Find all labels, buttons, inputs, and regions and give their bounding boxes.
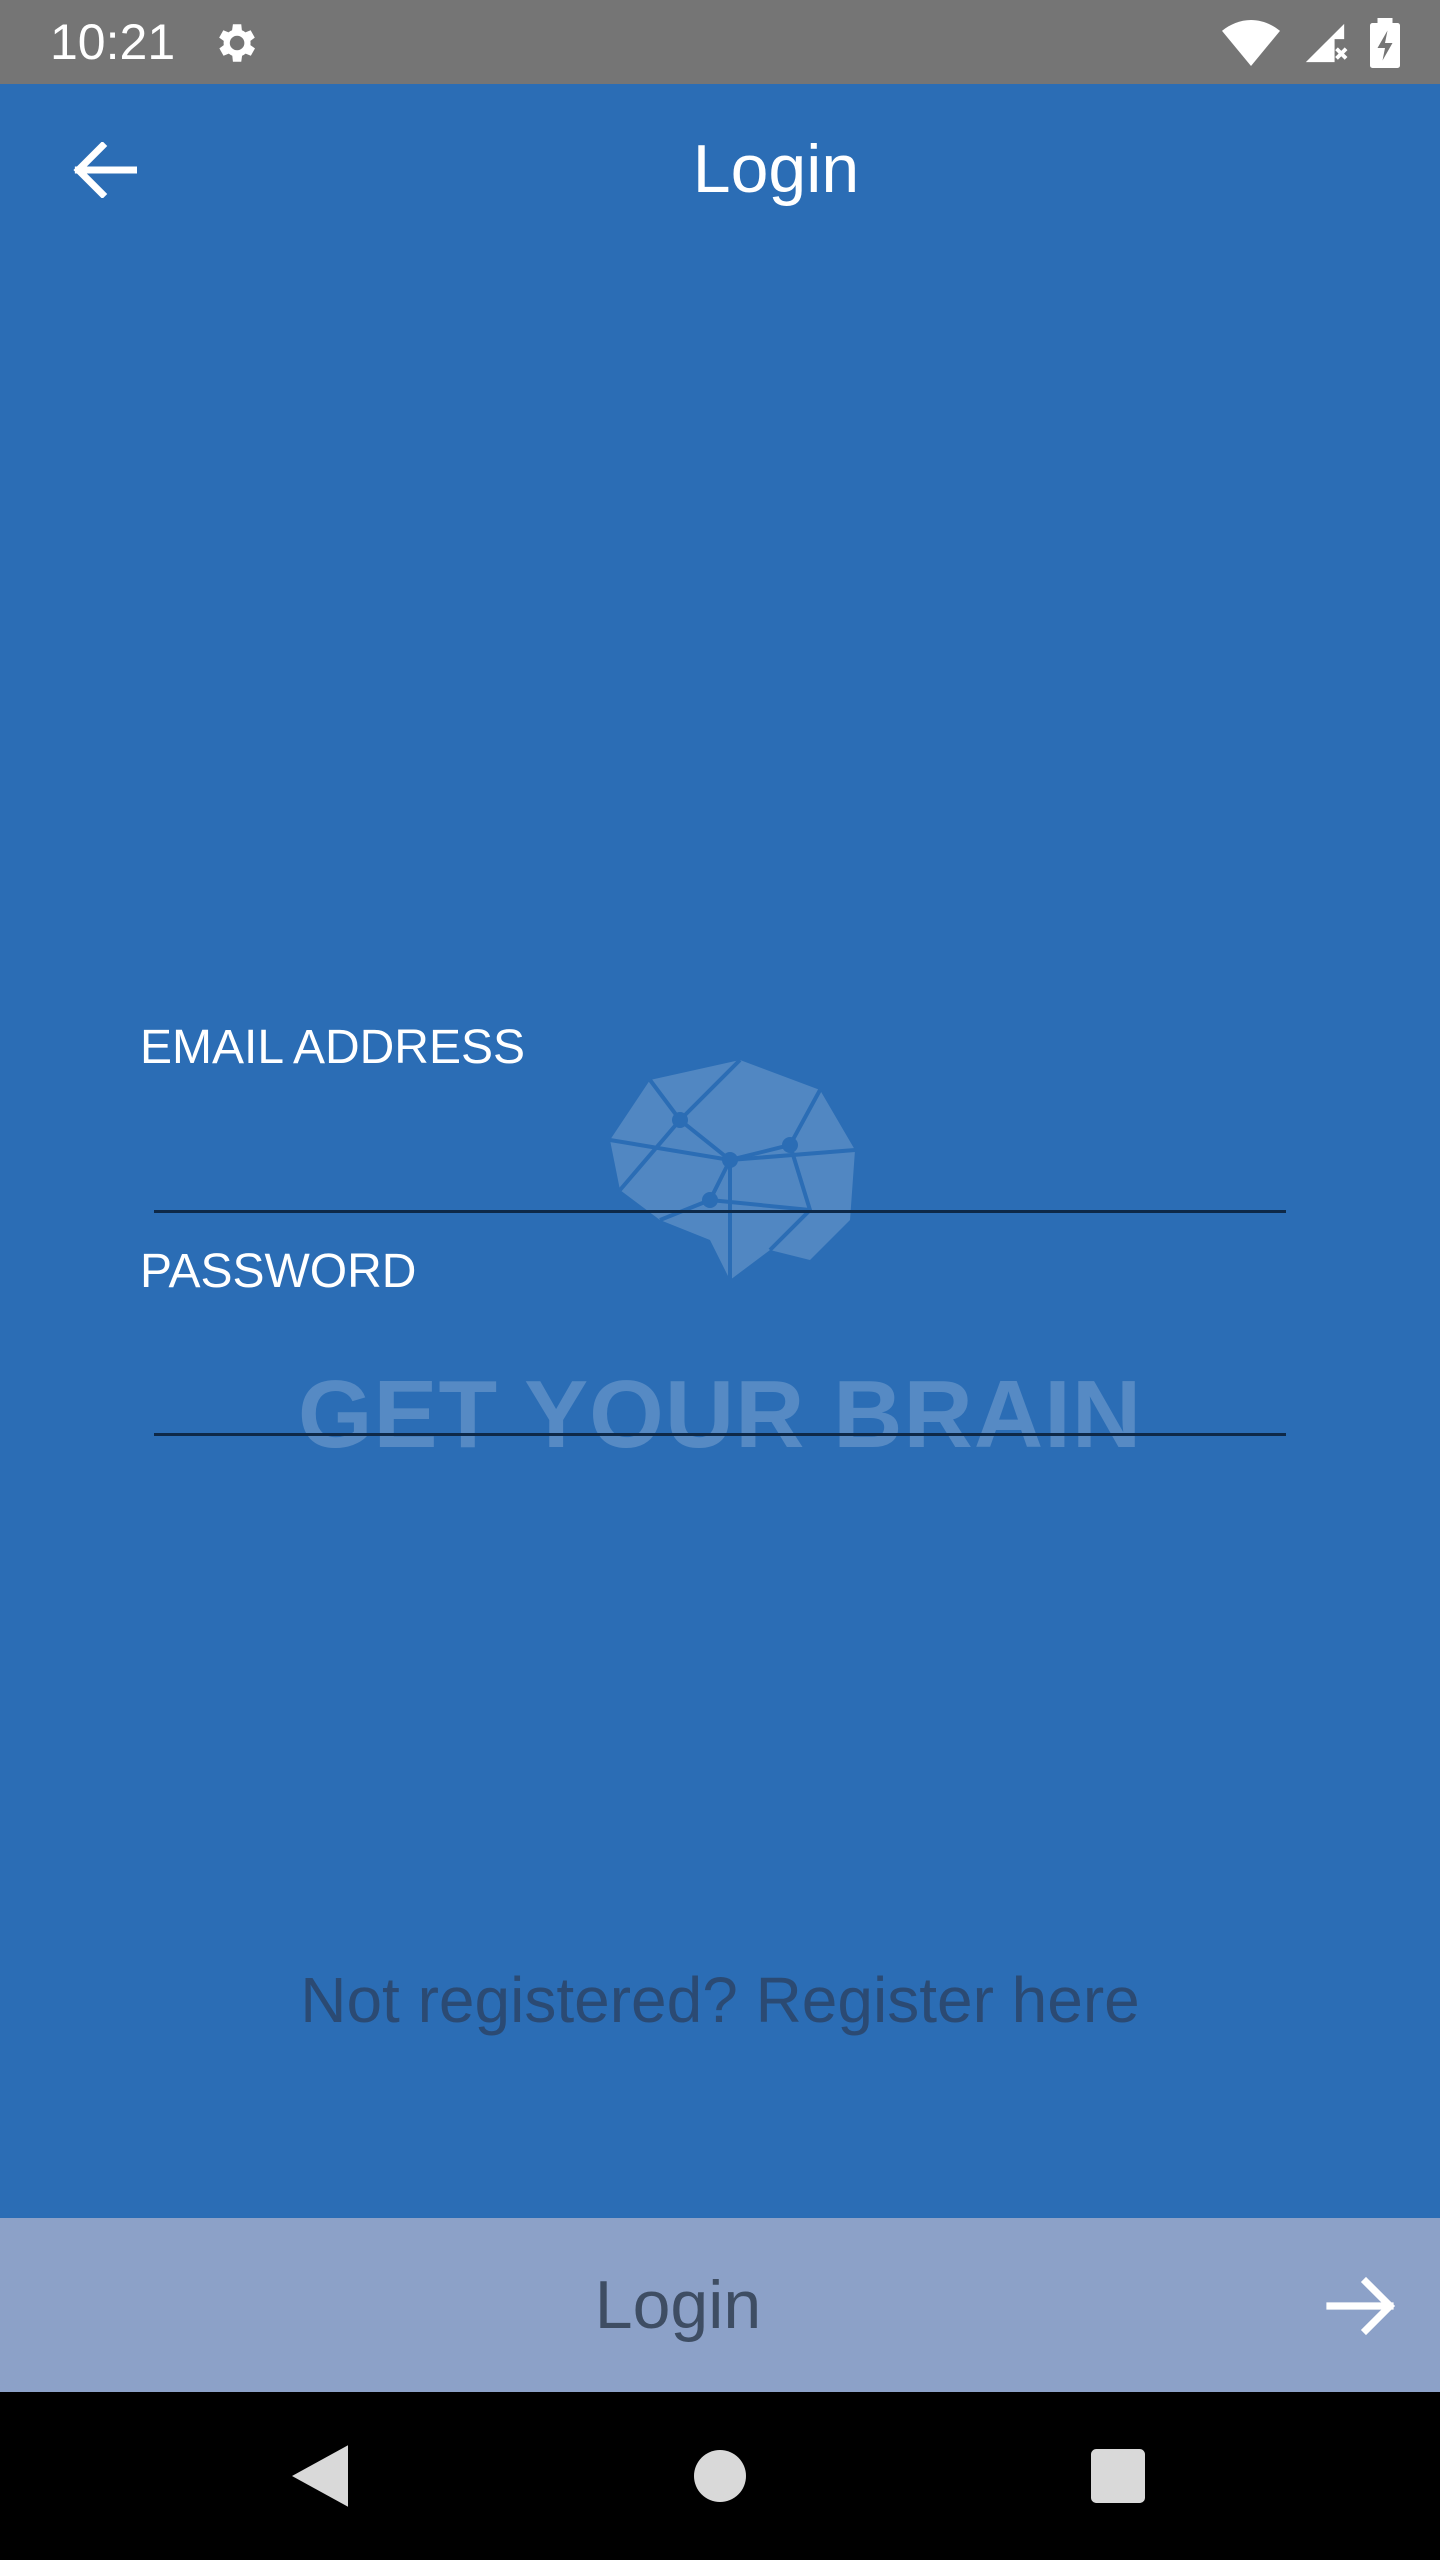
email-label: EMAIL ADDRESS [140,1021,526,1074]
nav-home-button[interactable] [680,2436,760,2516]
wifi-icon [1222,20,1280,66]
register-link[interactable]: Not registered? Register here [0,1960,1440,2040]
password-field[interactable] [154,1353,1286,1436]
email-field[interactable] [154,1130,1286,1213]
status-time: 10:21 [50,14,176,70]
nav-home-icon [694,2450,746,2502]
arrow-right-icon [1326,2276,1396,2336]
login-button[interactable]: Login [0,2218,1440,2392]
nav-recents-icon [1091,2449,1145,2503]
battery-charging-icon [1370,18,1400,68]
page-title: Login [692,131,860,207]
password-label: PASSWORD [140,1245,417,1298]
status-icons [1222,18,1400,68]
nav-back-button[interactable] [280,2436,360,2516]
nav-back-icon [292,2445,348,2507]
nav-recents-button[interactable] [1078,2436,1158,2516]
gear-icon [219,24,255,62]
status-bar: 10:21 [0,0,1440,84]
signal-icon [1305,23,1348,63]
login-button-label: Login [594,2267,762,2343]
app-bar: Login [0,84,1440,256]
navigation-bar [0,2392,1440,2560]
